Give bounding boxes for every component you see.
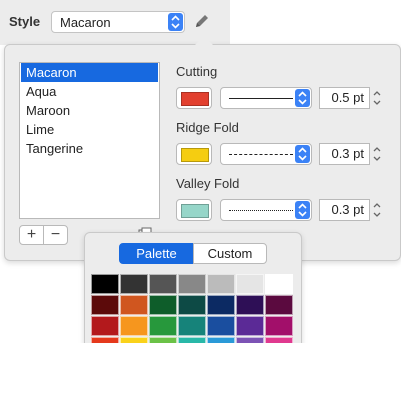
style-label: Style	[9, 14, 41, 29]
color-chip	[181, 148, 209, 162]
cutting-label: Cutting	[176, 64, 218, 79]
style-select-value: Macaron	[60, 15, 111, 30]
cutting-line-style-select[interactable]	[220, 87, 312, 109]
color-swatch[interactable]	[236, 295, 264, 315]
ridge-fold-color-well[interactable]	[176, 143, 212, 165]
list-item[interactable]: Maroon	[21, 101, 158, 120]
color-swatch[interactable]	[120, 295, 148, 315]
color-swatch[interactable]	[236, 316, 264, 336]
valley-fold-width-stepper[interactable]	[371, 199, 383, 221]
list-item[interactable]: Tangerine	[21, 139, 158, 158]
updown-chevron-icon	[295, 201, 310, 219]
screenshot-crop-area	[0, 343, 401, 404]
color-swatch[interactable]	[149, 274, 177, 294]
color-swatch[interactable]	[265, 295, 293, 315]
list-item[interactable]: Aqua	[21, 82, 158, 101]
color-swatch[interactable]	[178, 316, 206, 336]
color-swatch[interactable]	[120, 274, 148, 294]
ridge-fold-width-stepper[interactable]	[371, 143, 383, 165]
color-swatch-grid	[91, 274, 295, 357]
color-chip	[181, 92, 209, 106]
ridge-fold-label: Ridge Fold	[176, 120, 239, 135]
color-swatch[interactable]	[178, 274, 206, 294]
popover-arrow	[195, 36, 213, 45]
color-swatch[interactable]	[207, 316, 235, 336]
color-swatch[interactable]	[207, 295, 235, 315]
color-swatch[interactable]	[91, 295, 119, 315]
tab-palette[interactable]: Palette	[119, 243, 194, 264]
cutting-color-well[interactable]	[176, 87, 212, 109]
valley-fold-width-field[interactable]: 0.3 pt	[319, 199, 370, 221]
color-swatch[interactable]	[120, 316, 148, 336]
style-list: Macaron Aqua Maroon Lime Tangerine	[19, 62, 160, 219]
style-select[interactable]: Macaron	[51, 11, 185, 33]
color-swatch[interactable]	[91, 316, 119, 336]
dotted-line-icon	[229, 210, 293, 211]
color-swatch[interactable]	[236, 274, 264, 294]
valley-fold-line-style-select[interactable]	[220, 199, 312, 221]
solid-line-icon	[229, 98, 293, 99]
ridge-fold-line-style-select[interactable]	[220, 143, 312, 165]
color-swatch[interactable]	[149, 316, 177, 336]
tab-custom[interactable]: Custom	[193, 243, 267, 264]
color-swatch[interactable]	[149, 295, 177, 315]
list-item[interactable]: Macaron	[21, 63, 158, 82]
picker-mode-tabs: Palette Custom	[119, 243, 267, 264]
color-swatch[interactable]	[178, 295, 206, 315]
valley-fold-color-well[interactable]	[176, 199, 212, 221]
dashed-line-icon	[229, 154, 293, 155]
remove-style-button[interactable]: −	[43, 225, 68, 245]
cutting-width-field[interactable]: 0.5 pt	[319, 87, 370, 109]
ridge-fold-width-field[interactable]: 0.3 pt	[319, 143, 370, 165]
list-item[interactable]: Lime	[21, 120, 158, 139]
valley-fold-label: Valley Fold	[176, 176, 240, 191]
cutting-width-stepper[interactable]	[371, 87, 383, 109]
updown-chevron-icon	[295, 145, 310, 163]
color-swatch[interactable]	[91, 274, 119, 294]
updown-chevron-icon	[168, 13, 183, 31]
color-swatch[interactable]	[265, 316, 293, 336]
color-chip	[181, 204, 209, 218]
color-swatch[interactable]	[265, 274, 293, 294]
updown-chevron-icon	[295, 89, 310, 107]
pencil-icon[interactable]	[193, 12, 211, 30]
add-style-button[interactable]: +	[19, 225, 44, 245]
color-swatch[interactable]	[207, 274, 235, 294]
